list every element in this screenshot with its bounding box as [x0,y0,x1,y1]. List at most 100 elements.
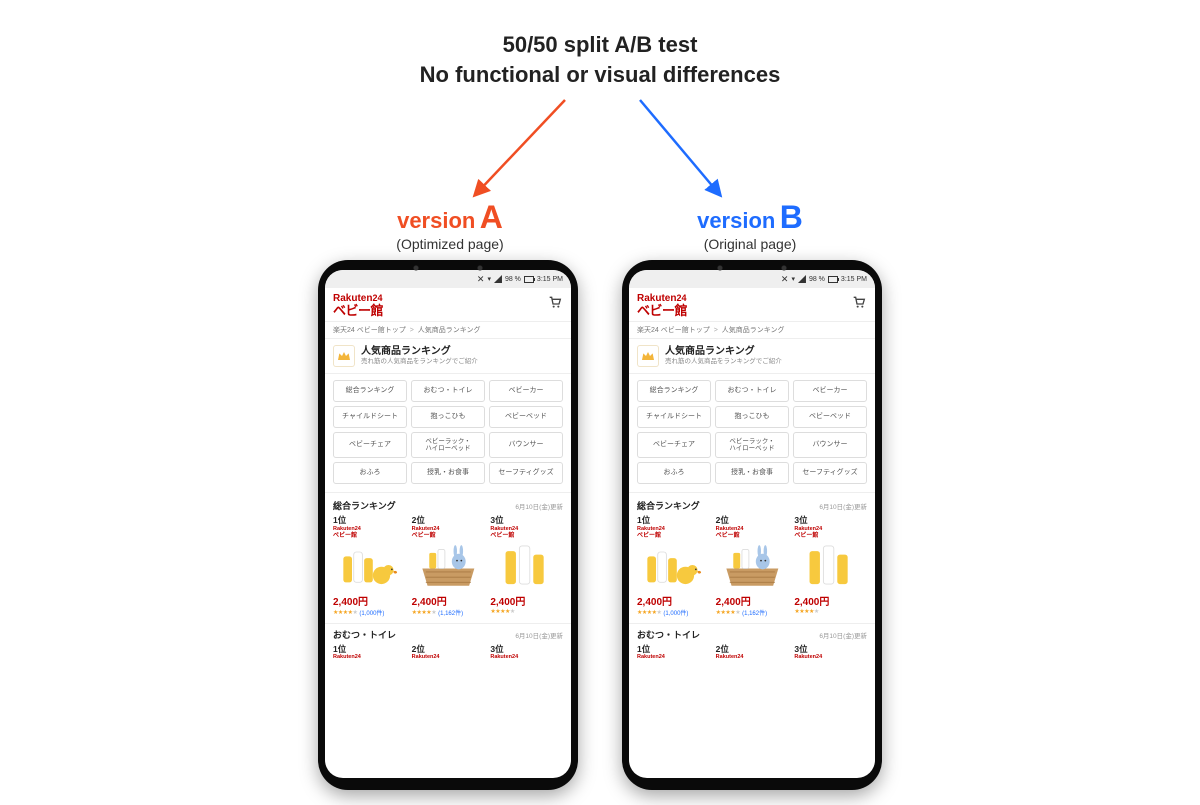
category-chip[interactable]: 総合ランキング [637,380,711,402]
product-thumb [637,539,710,591]
price: 2,400円 [794,593,867,608]
category-chip[interactable]: バウンサー [489,432,563,458]
stars-icon: ★★★★★ [333,609,357,616]
vibrate-icon: ✕ [781,274,789,285]
product-thumb [490,539,563,591]
category-chip[interactable]: ベビーカー [489,380,563,402]
battery-icon [828,276,838,283]
version-b-label: version B (Original page) [620,200,880,253]
mini-brand: Rakuten24ベビー館 [716,527,789,539]
arrow-to-a [475,100,565,195]
product-card[interactable]: 3位Rakuten24ベビー館 2,400円★★★★★ [794,514,867,617]
title-line-2: No functional or visual differences [0,60,1200,90]
phone-screen: ✕ ▾ 98 % 3:15 PM Rakuten24 ベビー館 [325,270,571,778]
category-chip[interactable]: 抱っこひも [411,406,485,428]
product-thumb [794,539,867,591]
mini-brand: Rakuten24ベビー館 [490,527,563,539]
app-header: Rakuten24 ベビー館 [325,288,571,322]
category-chip[interactable]: ベビーチェア [333,432,407,458]
category-chip[interactable]: チャイルドシート [333,406,407,428]
category-chip[interactable]: セーフティグッズ [793,462,867,484]
page-title-row: 人気商品ランキング 売れ筋の人気商品をランキングでご紹介 [629,339,875,374]
category-chip-grid: 総合ランキングおむつ・トイレベビーカーチャイルドシート抱っこひもベビーベッドベビ… [629,374,875,493]
rank-col: 3位Rakuten24 [490,643,563,661]
price: 2,400円 [490,593,563,608]
phone-frame: ✕ ▾ 98 % 3:15 PM Rakuten24 ベビー館 [318,260,578,790]
category-chip[interactable]: チャイルドシート [637,406,711,428]
cart-icon[interactable] [547,294,563,310]
review-count: (1,000件) [359,608,384,617]
product-card[interactable]: 1位Rakuten24ベビー館 2,400円★★★★★(1,000件) [333,514,406,617]
section-2-head: おむつ・トイレ 6月10日(金)更新 [629,624,875,643]
brand-logo[interactable]: Rakuten24 ベビー館 [637,294,687,317]
rank-col: 1位Rakuten24 [637,643,710,661]
phone-frame: ✕ ▾ 98 % 3:15 PM Rakuten24 ベビー館 [622,260,882,790]
stars-icon: ★★★★★ [637,609,661,616]
status-bar: ✕ ▾ 98 % 3:15 PM [629,270,875,288]
signal-icon [798,275,806,283]
category-chip[interactable]: おふろ [333,462,407,484]
rank-label: 3位 [490,514,563,526]
breadcrumb[interactable]: 楽天24 ベビー館トップ > 人気商品ランキング [629,322,875,339]
battery-pct: 98 % [809,276,825,283]
clock: 3:15 PM [841,276,867,283]
category-chip[interactable]: 抱っこひも [715,406,789,428]
crown-icon [637,345,659,367]
category-chip[interactable]: ベビーカー [793,380,867,402]
product-card[interactable]: 1位Rakuten24ベビー館 2,400円★★★★★(1,000件) [637,514,710,617]
price: 2,400円 [333,593,406,608]
vibrate-icon: ✕ [477,274,485,285]
review-count: (1,162件) [742,608,767,617]
product-card[interactable]: 2位Rakuten24ベビー館 2,400円★★★★★(1,162件) [412,514,485,617]
rank-label: 3位 [794,514,867,526]
category-chip-grid: 総合ランキングおむつ・トイレベビーカーチャイルドシート抱っこひもベビーベッドベビ… [325,374,571,493]
category-chip[interactable]: 授乳・お食事 [715,462,789,484]
rating: ★★★★★(1,000件) [333,608,406,617]
breadcrumb[interactable]: 楽天24 ベビー館トップ > 人気商品ランキング [325,322,571,339]
rating: ★★★★★(1,162件) [412,608,485,617]
review-count: (1,000件) [663,608,688,617]
product-row: 1位Rakuten24ベビー館 2,400円★★★★★(1,000件)2位Rak… [629,514,875,624]
category-chip[interactable]: おふろ [637,462,711,484]
page-subtitle: 売れ筋の人気商品をランキングでご紹介 [361,358,478,366]
category-chip[interactable]: ベビーベッド [489,406,563,428]
rank-col: 2位Rakuten24 [716,643,789,661]
signal-icon [494,275,502,283]
battery-icon [524,276,534,283]
price: 2,400円 [637,593,710,608]
rank-label: 2位 [716,514,789,526]
category-chip[interactable]: おむつ・トイレ [715,380,789,402]
product-card[interactable]: 2位Rakuten24ベビー館 2,400円★★★★★(1,162件) [716,514,789,617]
category-chip[interactable]: 総合ランキング [333,380,407,402]
mini-brand: Rakuten24ベビー館 [637,527,710,539]
category-chip[interactable]: ベビーベッド [793,406,867,428]
category-chip[interactable]: 授乳・お食事 [411,462,485,484]
section-2-ranks: 1位Rakuten242位Rakuten243位Rakuten24 [325,643,571,661]
rank-label: 1位 [333,514,406,526]
rank-label: 1位 [637,514,710,526]
stars-icon: ★★★★★ [794,608,818,615]
wifi-icon: ▾ [791,275,795,283]
category-chip[interactable]: ベビーラック・ ハイローベッド [715,432,789,458]
crown-icon [333,345,355,367]
stars-icon: ★★★★★ [716,609,740,616]
category-chip[interactable]: ベビーチェア [637,432,711,458]
category-chip[interactable]: バウンサー [793,432,867,458]
rank-col: 1位Rakuten24 [333,643,406,661]
mini-brand: Rakuten24ベビー館 [794,527,867,539]
phone-screen: ✕ ▾ 98 % 3:15 PM Rakuten24 ベビー館 [629,270,875,778]
product-thumb [333,539,406,591]
price: 2,400円 [716,593,789,608]
category-chip[interactable]: ベビーラック・ ハイローベッド [411,432,485,458]
title-line-1: 50/50 split A/B test [0,30,1200,60]
product-thumb [412,539,485,591]
brand-logo[interactable]: Rakuten24 ベビー館 [333,294,383,317]
cart-icon[interactable] [851,294,867,310]
version-a-label: version A (Optimized page) [320,200,580,253]
diagram-title: 50/50 split A/B test No functional or vi… [0,30,1200,89]
category-chip[interactable]: おむつ・トイレ [411,380,485,402]
section-1-head: 総合ランキング 6月10日(金)更新 [629,493,875,514]
category-chip[interactable]: セーフティグッズ [489,462,563,484]
clock: 3:15 PM [537,276,563,283]
product-card[interactable]: 3位Rakuten24ベビー館 2,400円★★★★★ [490,514,563,617]
